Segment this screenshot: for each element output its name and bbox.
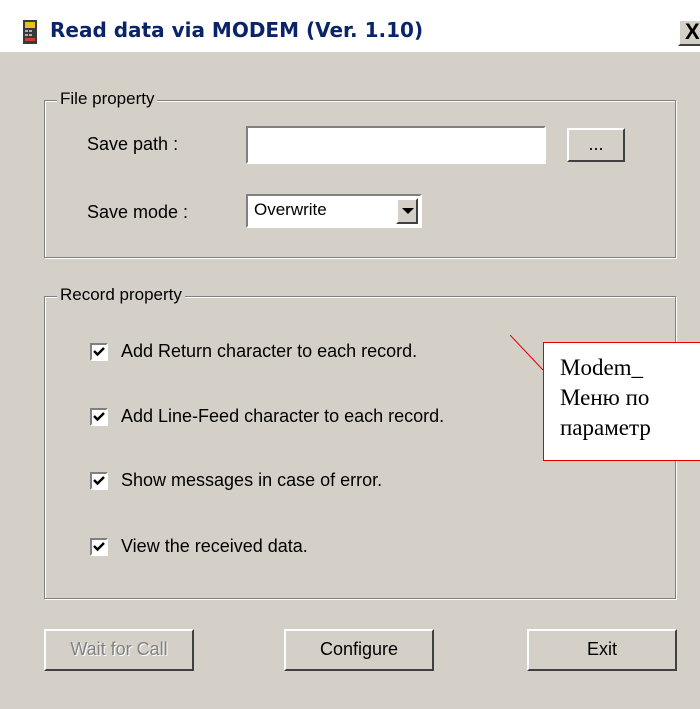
checkmark-icon	[93, 476, 105, 486]
browse-button[interactable]: ...	[567, 128, 625, 162]
modem-terminal-icon	[23, 20, 37, 44]
view-received-checkbox[interactable]	[90, 538, 108, 556]
add-return-checkbox[interactable]	[90, 343, 108, 361]
add-line-feed-label[interactable]: Add Line-Feed character to each record.	[121, 406, 444, 427]
title-bar[interactable]: Read data via MODEM (Ver. 1.10) X	[0, 0, 700, 52]
save-mode-select[interactable]: Overwrite	[246, 194, 422, 228]
show-messages-label[interactable]: Show messages in case of error.	[121, 470, 382, 491]
window-title: Read data via MODEM (Ver. 1.10)	[50, 18, 424, 42]
add-return-label[interactable]: Add Return character to each record.	[121, 341, 417, 362]
modem-dialog-window: Read data via MODEM (Ver. 1.10) X File p…	[0, 0, 700, 709]
save-path-label: Save path :	[87, 134, 179, 154]
checkmark-icon	[93, 412, 105, 422]
view-received-label[interactable]: View the received data.	[121, 536, 308, 557]
exit-button[interactable]: Exit	[527, 629, 677, 671]
add-line-feed-checkbox[interactable]	[90, 408, 108, 426]
wait-for-call-button[interactable]: Wait for Call	[44, 629, 194, 671]
checkmark-icon	[93, 542, 105, 552]
callout-line-3: параметр	[560, 415, 651, 440]
chevron-down-icon[interactable]	[396, 198, 418, 224]
annotation-callout: Modem_ Меню по параметр	[543, 342, 700, 461]
file-property-legend: File property	[57, 89, 158, 109]
configure-button[interactable]: Configure	[284, 629, 434, 671]
file-property-group: File property	[44, 89, 676, 258]
save-path-input[interactable]	[246, 126, 546, 164]
close-icon: X	[685, 19, 700, 44]
save-mode-value: Overwrite	[254, 200, 327, 219]
close-button[interactable]: X	[678, 19, 700, 46]
save-mode-label: Save mode :	[87, 202, 189, 222]
callout-line-1: Modem_	[560, 355, 644, 380]
show-messages-checkbox[interactable]	[90, 472, 108, 490]
callout-line-2: Меню по	[560, 385, 650, 410]
checkmark-icon	[93, 347, 105, 357]
record-property-legend: Record property	[57, 285, 185, 305]
